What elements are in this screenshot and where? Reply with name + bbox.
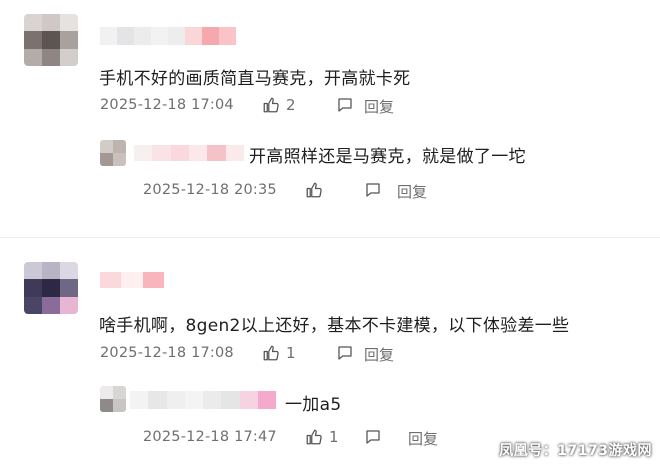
comment-bubble-icon[interactable] bbox=[336, 344, 354, 362]
reply-timestamp: 2025-12-18 20:35 bbox=[143, 182, 277, 198]
thumbs-up-icon[interactable] bbox=[305, 181, 323, 199]
reply-timestamp: 2025-12-18 17:47 bbox=[143, 429, 277, 445]
reply-avatar[interactable] bbox=[100, 140, 126, 166]
thumbs-up-icon[interactable] bbox=[305, 428, 323, 446]
avatar[interactable] bbox=[24, 14, 78, 66]
comment-text: 手机不好的画质简直马赛克，开高就卡死 bbox=[99, 69, 411, 89]
username[interactable] bbox=[100, 272, 164, 288]
comment-bubble-icon[interactable] bbox=[336, 96, 354, 114]
like-count: 1 bbox=[286, 344, 296, 362]
reply-text: 一加a5 bbox=[285, 395, 342, 415]
comment-bubble-icon[interactable] bbox=[364, 428, 382, 446]
comment-timestamp: 2025-12-18 17:08 bbox=[100, 345, 234, 361]
reply-button[interactable]: 回复 bbox=[364, 344, 394, 365]
comment-text: 啥手机啊，8gen2以上还好，基本不卡建模，以下体验差一些 bbox=[99, 316, 570, 336]
like-count: 1 bbox=[329, 428, 339, 446]
reply-avatar[interactable] bbox=[100, 386, 126, 412]
reply-button[interactable]: 回复 bbox=[364, 96, 394, 117]
reply-button[interactable]: 回复 bbox=[408, 428, 438, 449]
comment-bubble-icon[interactable] bbox=[364, 181, 382, 199]
reply-button[interactable]: 回复 bbox=[397, 181, 427, 202]
divider bbox=[0, 237, 660, 238]
like-count: 2 bbox=[286, 96, 296, 114]
thumbs-up-icon[interactable] bbox=[262, 344, 280, 362]
username[interactable] bbox=[100, 27, 236, 45]
comment-timestamp: 2025-12-18 17:04 bbox=[100, 97, 234, 113]
watermark: 凤凰号：17173游戏网 bbox=[499, 443, 652, 459]
thumbs-up-icon[interactable] bbox=[262, 96, 280, 114]
reply-username[interactable] bbox=[130, 391, 276, 409]
reply-text: 开高照样还是马赛克，就是做了一坨 bbox=[249, 147, 526, 167]
avatar[interactable] bbox=[24, 262, 78, 314]
reply-username[interactable] bbox=[134, 145, 244, 161]
